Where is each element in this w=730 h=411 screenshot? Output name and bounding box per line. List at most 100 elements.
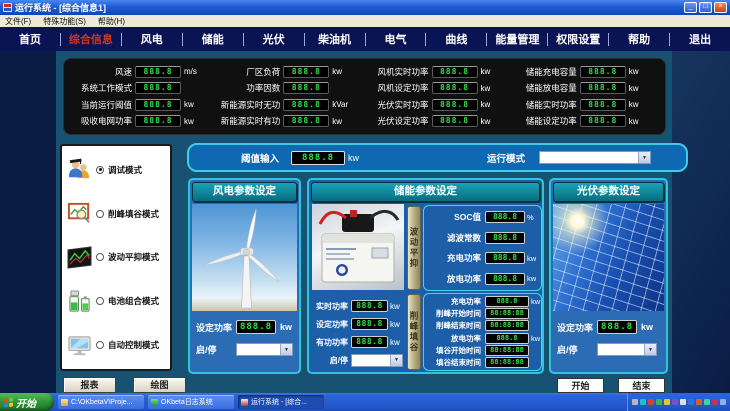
mode-row-peak-shaving[interactable]: 削峰填谷模式 bbox=[62, 201, 170, 226]
tray-icon[interactable] bbox=[720, 399, 726, 405]
start-button[interactable]: 开始 bbox=[557, 378, 604, 393]
led-display: 888.8 bbox=[485, 232, 525, 244]
nav-item-home[interactable]: 首页 bbox=[0, 31, 60, 47]
mode-label: 削峰填谷模式 bbox=[108, 208, 159, 220]
nav-item-overview[interactable]: 综合信息 bbox=[61, 31, 121, 47]
chevron-down-icon[interactable]: ▼ bbox=[390, 355, 402, 366]
storage-row: 削峰开始时间88:88:88 bbox=[426, 308, 539, 319]
mode-label: 自动控制模式 bbox=[108, 339, 159, 351]
wind-set-power-row: 设定功率 888.8 kw bbox=[196, 320, 293, 334]
metric-row: 吸收电网功率888.8kw bbox=[68, 114, 216, 129]
led-display: 888.8 bbox=[283, 99, 329, 111]
led-display: 888.8 bbox=[485, 333, 529, 344]
battery-combo-icon bbox=[67, 289, 92, 314]
run-mode-label: 运行模式 bbox=[487, 151, 525, 165]
taskbar-task-run-system[interactable]: 运行系统 - [综合... bbox=[238, 395, 324, 409]
end-button[interactable]: 结束 bbox=[618, 378, 665, 393]
storage-row: 充电功率888.8kw bbox=[426, 296, 539, 307]
radio-auto-control-mode[interactable] bbox=[96, 341, 104, 349]
nav-item-electric[interactable]: 电气 bbox=[366, 31, 426, 47]
wind-start-stop-select[interactable]: ▼ bbox=[236, 343, 293, 356]
start-menu-button[interactable]: 开始 bbox=[0, 393, 54, 411]
metric-label: 光伏实时功率 bbox=[365, 99, 429, 111]
nav-item-solar[interactable]: 光伏 bbox=[244, 31, 304, 47]
tray-icon[interactable] bbox=[712, 399, 718, 405]
nav-item-energy-mgmt[interactable]: 能量管理 bbox=[487, 31, 547, 47]
tray-icon[interactable] bbox=[664, 399, 670, 405]
menu-help[interactable]: 帮助(H) bbox=[98, 16, 125, 27]
nav-item-help[interactable]: 帮助 bbox=[609, 31, 669, 47]
storage-start-stop-select[interactable]: ▼ bbox=[351, 354, 403, 367]
tray-icon[interactable] bbox=[696, 399, 702, 405]
menu-bar: 文件(F) 特殊功能(S) 帮助(H) bbox=[0, 15, 730, 27]
nav-item-diesel[interactable]: 柴油机 bbox=[305, 31, 365, 47]
solar-set-power-input[interactable]: 888.8 bbox=[597, 320, 637, 334]
start-stop-label: 启/停 bbox=[196, 343, 236, 356]
metric-row: 风机设定功率888.8kw bbox=[365, 81, 513, 96]
mode-row-battery-combo[interactable]: 电池组合模式 bbox=[62, 289, 170, 314]
tray-icon[interactable] bbox=[648, 399, 654, 405]
nav-item-curves[interactable]: 曲线 bbox=[426, 31, 486, 47]
radio-debug-mode[interactable] bbox=[96, 166, 104, 174]
solar-start-stop-select[interactable]: ▼ bbox=[597, 343, 657, 356]
led-display: 888.8 bbox=[580, 115, 626, 127]
led-display: 888.8 bbox=[135, 82, 181, 94]
metric-unit: kw bbox=[629, 100, 639, 109]
control-bar: 阈值输入 888.8 kw 运行模式 ▼ bbox=[187, 143, 688, 172]
led-display: 888.8 bbox=[135, 115, 181, 127]
report-button[interactable]: 报表 bbox=[63, 377, 116, 393]
curve-board-icon bbox=[67, 245, 92, 270]
storage-row: SOC值888.8% bbox=[426, 211, 539, 223]
taskbar-task-log-system[interactable]: OKbeta日志系统 bbox=[148, 395, 234, 409]
wind-panel: 风电参数设定 设定功率 888.8 kw 启/停 ▼ bbox=[188, 178, 301, 374]
chevron-down-icon[interactable]: ▼ bbox=[638, 152, 650, 163]
mode-row-auto-control[interactable]: 自动控制模式 bbox=[62, 333, 170, 358]
radio-smoothing-mode[interactable] bbox=[96, 253, 104, 261]
nav-item-wind[interactable]: 风电 bbox=[122, 31, 182, 47]
draw-button[interactable]: 绘图 bbox=[133, 377, 186, 393]
wind-set-power-input[interactable]: 888.8 bbox=[236, 320, 276, 334]
threshold-input[interactable]: 888.8 bbox=[291, 151, 345, 165]
storage-set-power-input[interactable]: 888.8 bbox=[351, 318, 388, 330]
windows-flag-icon bbox=[4, 397, 13, 407]
tray-icon[interactable] bbox=[680, 399, 686, 405]
close-icon[interactable]: × bbox=[714, 2, 727, 13]
taskbar-task-explorer[interactable]: C:\OKbetaV\Proje... bbox=[58, 395, 144, 409]
storage-row: 充电功率888.8kw bbox=[426, 252, 539, 264]
start-stop-label: 启/停 bbox=[311, 355, 348, 366]
menu-file[interactable]: 文件(F) bbox=[5, 16, 31, 27]
users-icon bbox=[67, 157, 92, 182]
peakshift-group: 充电功率888.8kw 削峰开始时间88:88:88 削峰结束时间88:88:8… bbox=[423, 293, 542, 371]
minimize-icon[interactable]: _ bbox=[684, 2, 697, 13]
run-mode-select[interactable]: ▼ bbox=[539, 151, 651, 164]
chevron-down-icon[interactable]: ▼ bbox=[280, 344, 292, 355]
tray-icon[interactable] bbox=[688, 399, 694, 405]
led-display: 888.8 bbox=[485, 296, 529, 307]
storage-row: 滤波常数888.8 bbox=[426, 232, 539, 244]
tray-icon[interactable] bbox=[672, 399, 678, 405]
storage-row: 实时功率888.8kw bbox=[311, 297, 407, 315]
mode-row-smoothing[interactable]: 波动平抑模式 bbox=[62, 245, 170, 270]
nav-item-exit[interactable]: 退出 bbox=[670, 31, 730, 47]
battery-image bbox=[312, 204, 404, 290]
radio-battery-combo-mode[interactable] bbox=[96, 297, 104, 305]
radio-peak-shaving-mode[interactable] bbox=[96, 210, 104, 218]
led-display: 888.8 bbox=[432, 82, 478, 94]
tray-icon[interactable] bbox=[704, 399, 710, 405]
metric-label: 新能源实时无功 bbox=[216, 99, 280, 111]
tray-icon[interactable] bbox=[632, 399, 638, 405]
storage-left-controls: 实时功率888.8kw 设定功率888.8kw 有功功率888.8kw 启/停 … bbox=[311, 297, 407, 369]
nav-item-permissions[interactable]: 权限设置 bbox=[548, 31, 608, 47]
metric-unit: kw bbox=[629, 84, 639, 93]
menu-special[interactable]: 特殊功能(S) bbox=[43, 16, 86, 27]
metrics-column-4: 储能充电容量888.8kw 储能放电容量888.8kw 储能实时功率888.8k… bbox=[513, 64, 661, 129]
nav-item-storage[interactable]: 储能 bbox=[183, 31, 243, 47]
solar-set-power-row: 设定功率 888.8 kw bbox=[557, 320, 660, 334]
tray-icon[interactable] bbox=[656, 399, 662, 405]
maximize-icon[interactable]: □ bbox=[699, 2, 712, 13]
mode-row-debug[interactable]: 调试模式 bbox=[62, 157, 170, 182]
tray-icon[interactable] bbox=[640, 399, 646, 405]
storage-start-stop-row: 启/停 ▼ bbox=[311, 351, 407, 369]
mode-label: 调试模式 bbox=[108, 164, 142, 176]
chevron-down-icon[interactable]: ▼ bbox=[644, 344, 656, 355]
